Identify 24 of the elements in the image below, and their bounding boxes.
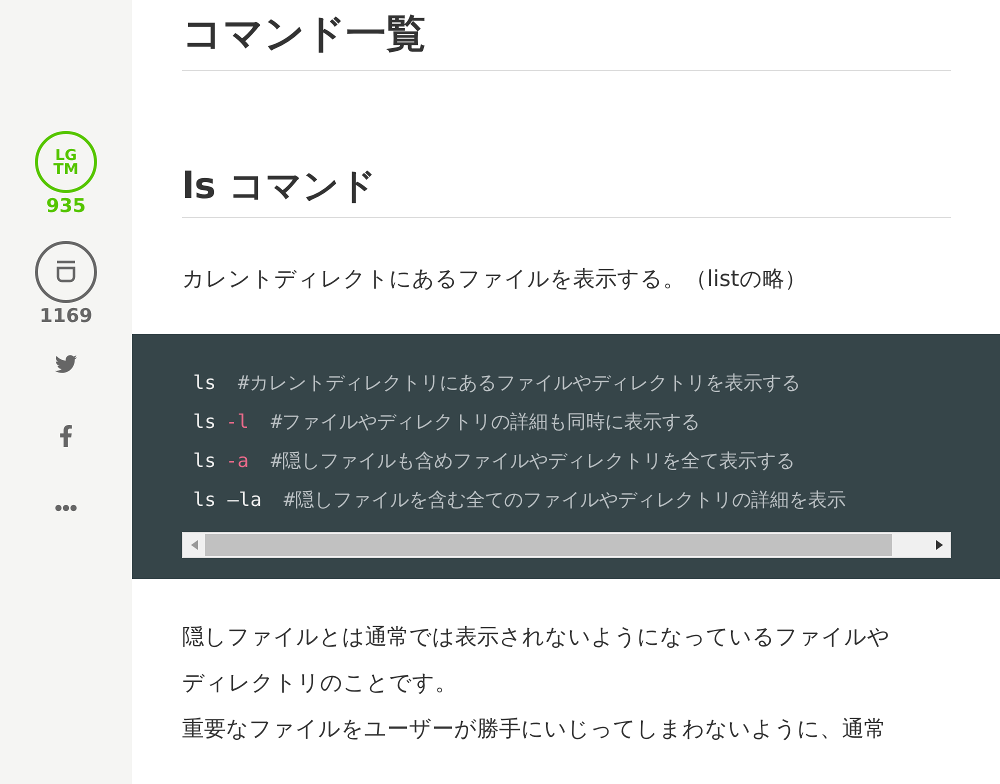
code-comment: #隠しファイルも含めファイルやディレクトリを全て表示する bbox=[270, 449, 796, 474]
code-comment: #ファイルやディレクトリの詳細も同時に表示する bbox=[270, 410, 700, 435]
intro-text: カレントディレクトにあるファイルを表示する。（listの略） bbox=[182, 266, 808, 294]
code-comment: #隠しファイルを含む全てのファイルやディレクトリの詳細を表示 bbox=[284, 488, 846, 513]
section-heading: ls コマンド bbox=[182, 163, 951, 218]
code-command: ls bbox=[193, 410, 216, 435]
code-command: ls –la bbox=[193, 488, 262, 513]
paragraph: 重要なファイルをユーザーが勝手にいじってしまわないように、通常 bbox=[182, 716, 887, 744]
code-option: -a bbox=[226, 442, 249, 481]
code-comment: #カレントディレクトリにあるファイルやディレクトリを表示する bbox=[238, 371, 800, 396]
stock-button[interactable] bbox=[35, 241, 97, 303]
scroll-right-icon[interactable] bbox=[936, 540, 942, 550]
code-option: -l bbox=[226, 403, 249, 442]
scroll-thumb[interactable] bbox=[205, 534, 892, 556]
code-command: ls bbox=[193, 449, 216, 474]
code-command: ls bbox=[193, 371, 216, 396]
lgtm-count: 935 bbox=[46, 195, 86, 217]
stock-count: 1169 bbox=[40, 305, 92, 327]
twitter-icon bbox=[55, 353, 77, 375]
pocket-icon bbox=[55, 260, 77, 284]
page-title: コマンド一覧 bbox=[182, 6, 951, 71]
horizontal-scrollbar[interactable] bbox=[182, 532, 951, 558]
paragraph: 隠しファイルとは通常では表示されないようになっているファイルや ディレクトリのことです。 bbox=[182, 624, 891, 698]
lgtm-button[interactable]: LG TM bbox=[35, 131, 97, 193]
